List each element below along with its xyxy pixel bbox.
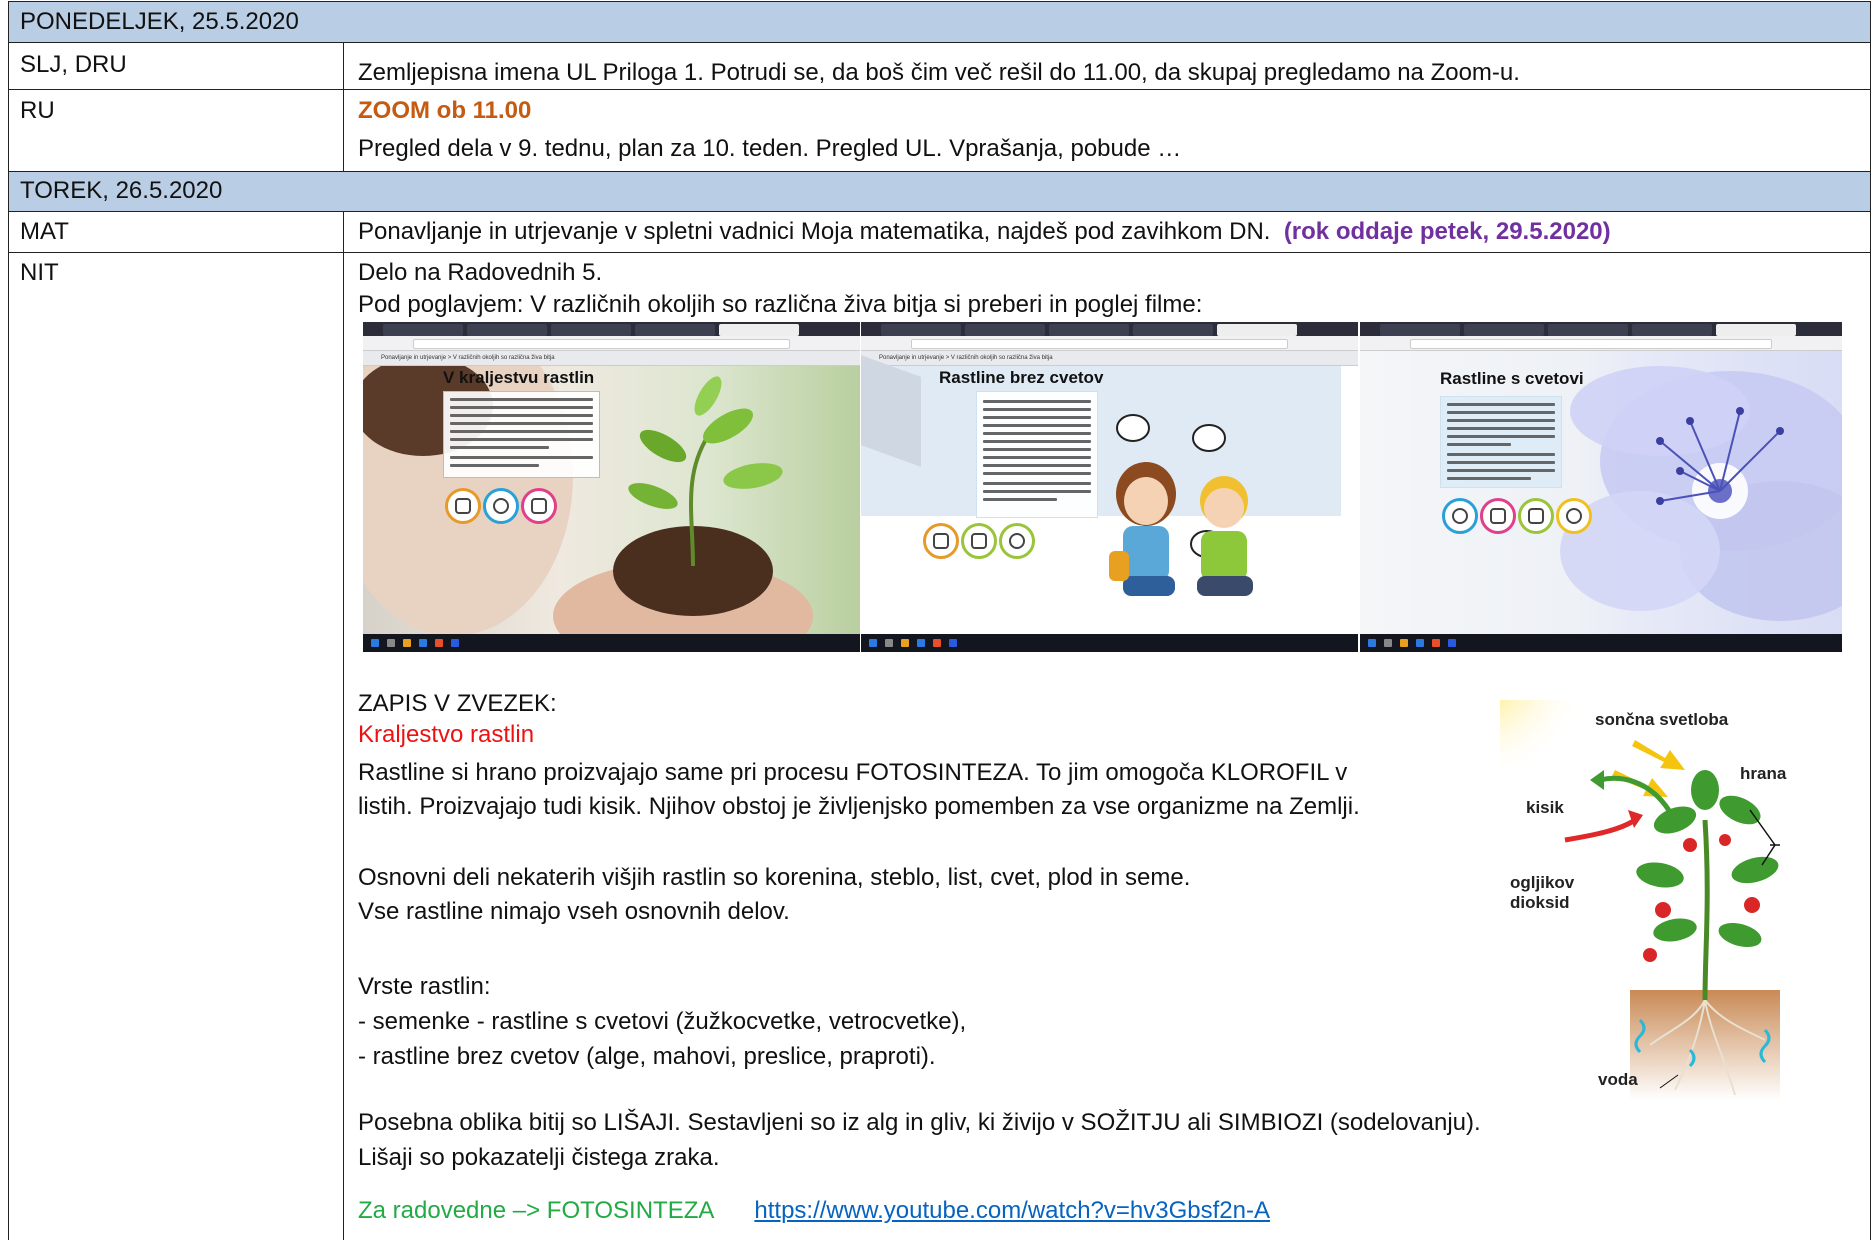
- photosynthesis-diagram: sončna svetloba hrana kisik ogljikov dio…: [1500, 700, 1800, 1100]
- subject-label: RU: [20, 97, 55, 124]
- notes-list-item: - rastline brez cvetov (alge, mahovi, pr…: [358, 1043, 936, 1070]
- extra-label: Za radovedne –> FOTOSINTEZA: [358, 1197, 714, 1224]
- diagram-label-food: hrana: [1740, 764, 1787, 783]
- diagram-label-co2: dioksid: [1510, 893, 1570, 912]
- screenshot-title: Rastline s cvetovi: [1440, 369, 1584, 388]
- notes-paragraph: Osnovni deli nekaterih višjih rastlin so…: [358, 864, 1191, 891]
- day-header-tuesday: TOREK, 26.5.2020: [20, 177, 223, 204]
- screenshot-plants-kingdom: Ponavljanje in utrjevanje > V različnih …: [363, 322, 860, 652]
- task-text: Delo na Radovednih 5.: [358, 259, 603, 286]
- notes-paragraph: listih. Proizvajajo tudi kisik. Njihov o…: [358, 793, 1360, 820]
- deadline-text: (rok oddaje petek, 29.5.2020): [1283, 218, 1611, 245]
- subject-label: NIT: [20, 259, 59, 286]
- day-header-band: [9, 171, 1871, 211]
- schedule-table: PONEDELJEK, 25.5.2020 SLJ, DRU Zemljepis…: [0, 0, 1872, 1240]
- notes-heading: ZAPIS V ZVEZEK:: [358, 690, 557, 717]
- screenshot-plants-without-flowers: Ponavljanje in utrjevanje > V različnih …: [861, 322, 1358, 652]
- diagram-label-oxygen: kisik: [1526, 798, 1564, 817]
- task-text: Zemljepisna imena UL Priloga 1. Potrudi …: [358, 59, 1520, 86]
- task-text-main: Ponavljanje in utrjevanje v spletni vadn…: [358, 218, 1271, 245]
- notes-paragraph: Vse rastline nimajo vseh osnovnih delov.: [358, 898, 790, 925]
- zoom-time: ZOOM ob 11.00: [358, 97, 532, 124]
- subject-label: SLJ, DRU: [20, 51, 127, 78]
- diagram-label-sunlight: sončna svetloba: [1595, 710, 1729, 729]
- notes-paragraph: Posebna oblika bitij so LIŠAJI. Sestavlj…: [358, 1109, 1481, 1136]
- task-text: Pod poglavjem: V različnih okoljih so ra…: [358, 291, 1203, 318]
- breadcrumb: Ponavljanje in utrjevanje > V različnih …: [861, 351, 1358, 366]
- notes-title: Kraljestvo rastlin: [358, 721, 535, 748]
- notes-paragraph: Rastline si hrano proizvajajo same pri p…: [358, 759, 1348, 786]
- day-header-monday: PONEDELJEK, 25.5.2020: [20, 8, 299, 35]
- task-text: Ponavljanje in utrjevanje v spletni vadn…: [358, 217, 1611, 247]
- task-text: Pregled dela v 9. tednu, plan za 10. ted…: [358, 135, 1182, 162]
- screenshot-title: V kraljestvu rastlin: [443, 368, 595, 387]
- notes-paragraph: Lišaji so pokazatelji čistega zraka.: [358, 1144, 720, 1171]
- diagram-label-water: voda: [1598, 1070, 1638, 1089]
- breadcrumb: Ponavljanje in utrjevanje > V različnih …: [363, 351, 860, 366]
- notes-list-item: - semenke - rastline s cvetovi (žužkocve…: [358, 1008, 967, 1035]
- youtube-link[interactable]: https://www.youtube.com/watch?v=hv3Gbsf2…: [754, 1197, 1270, 1224]
- notes-paragraph: Vrste rastlin:: [358, 973, 491, 1000]
- diagram-label-co2: ogljikov: [1510, 873, 1575, 892]
- subject-label: MAT: [20, 218, 69, 245]
- screenshot-plants-with-flowers: Rastline s cvetovi: [1360, 322, 1842, 652]
